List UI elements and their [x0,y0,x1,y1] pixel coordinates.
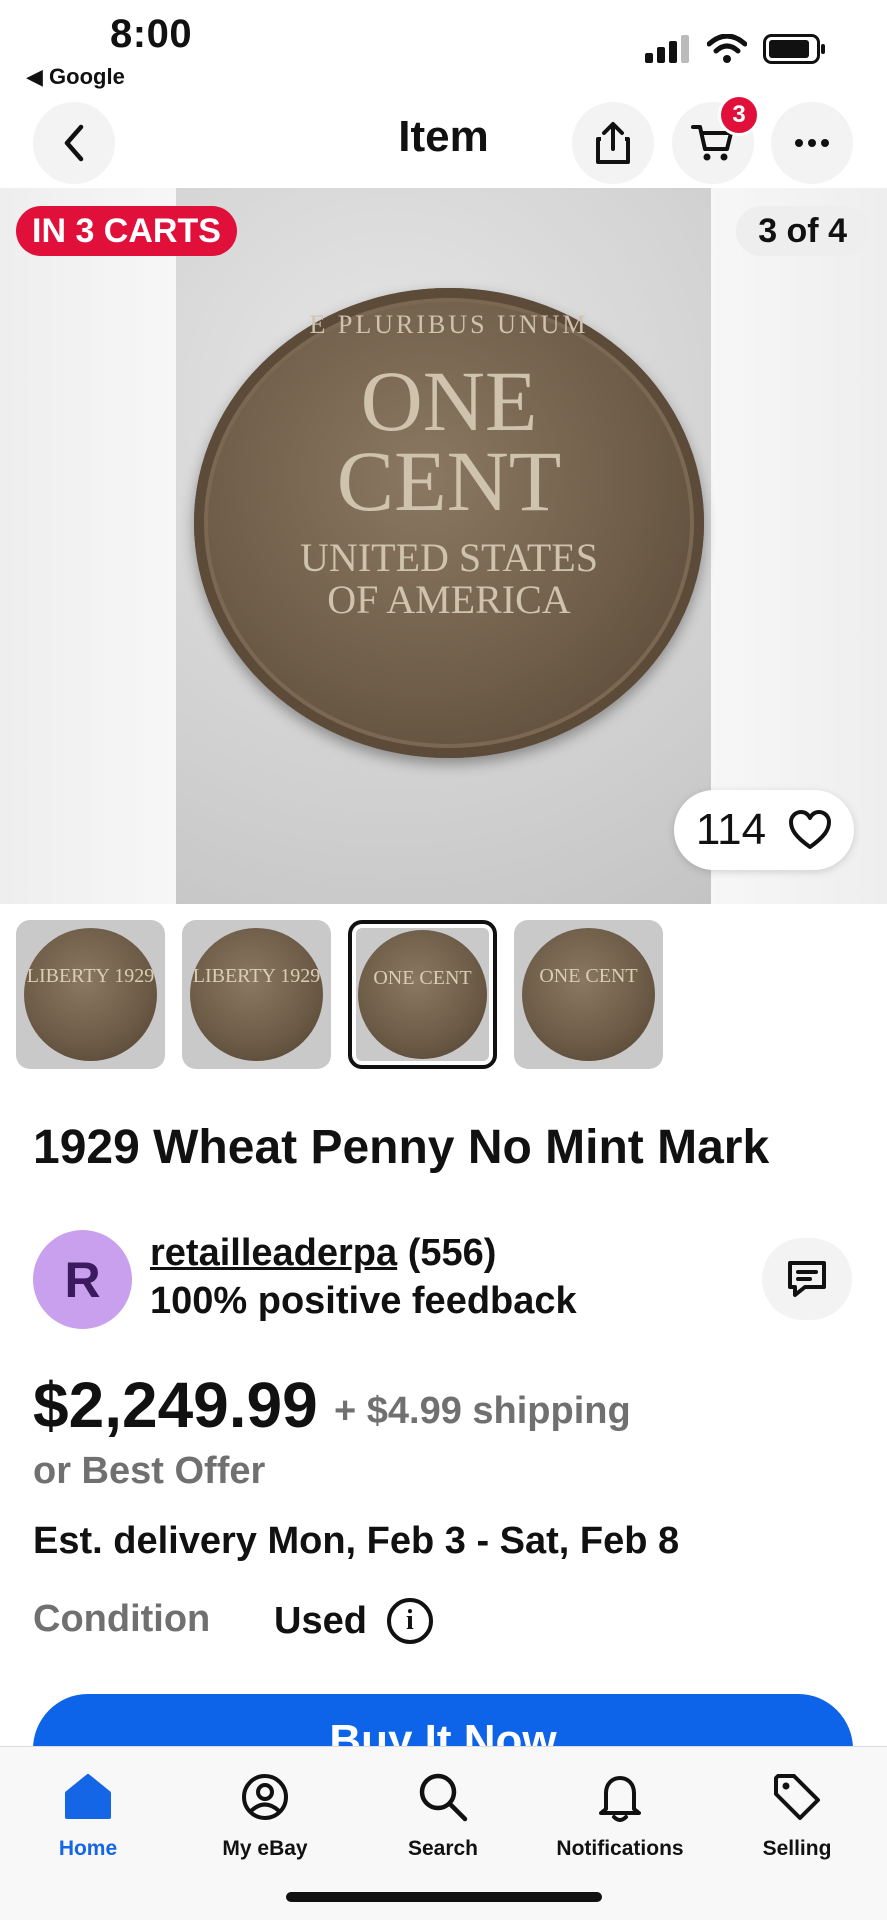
cart-count-badge: 3 [718,94,760,136]
home-indicator [286,1892,602,1902]
wifi-icon [707,34,747,63]
tab-label: Selling [762,1837,832,1860]
tag-icon [774,1774,820,1820]
coin-united-states: UNITED STATES [300,535,598,580]
coin-motto: E PLURIBUS UNUM [309,310,589,339]
share-button[interactable] [572,102,654,184]
thumbnail-coin: ONE CENT [522,928,655,1061]
item-title: 1929 Wheat Penny No Mint Mark [33,1121,770,1174]
tab-search[interactable]: Search [358,1767,528,1861]
shipping-cost: + $4.99 shipping [334,1390,631,1432]
condition-value-row: Used i [274,1598,433,1644]
seller-rating-count: (556) [407,1232,497,1274]
thumbnail-3[interactable]: ONE CENT [348,920,497,1069]
back-to-app-link[interactable]: ◀ Google [26,64,125,90]
home-icon [65,1774,111,1819]
thumbnail-1[interactable]: LIBERTY 1929 [16,920,165,1069]
thumbnail-text: LIBERTY 1929 [26,965,155,987]
tab-my-ebay[interactable]: My eBay [180,1767,350,1861]
item-price: $2,249.99 [33,1369,318,1441]
thumbnail-coin: LIBERTY 1929 [24,928,157,1061]
share-icon [596,122,630,164]
heart-icon [789,810,832,849]
status-icons [645,34,827,64]
condition-value: Used [274,1599,367,1642]
watch-button[interactable]: 114 [674,790,854,870]
best-offer-text: or Best Offer [33,1450,266,1492]
bell-icon [599,1776,641,1822]
message-seller-button[interactable] [762,1238,852,1320]
thumbnail-4[interactable]: ONE CENT [514,920,663,1069]
tab-selling[interactable]: Selling [712,1767,882,1861]
watch-count: 114 [695,805,767,854]
tab-notifications[interactable]: Notifications [535,1767,705,1861]
cart-button[interactable]: 3 [672,94,760,184]
tab-label: Notifications [556,1837,684,1860]
tab-label: Home [58,1837,118,1860]
thumbnail-text: ONE CENT [373,967,472,989]
tab-home[interactable]: Home [3,1767,173,1861]
image-counter: 3 of 4 [736,206,869,256]
seller-name-link[interactable]: retailleaderpa [150,1232,397,1274]
thumbnail-text: ONE CENT [539,965,638,987]
search-icon [419,1773,468,1822]
seller-avatar[interactable]: R [33,1230,132,1329]
more-options-button[interactable] [771,102,853,184]
status-time: 8:00 [110,12,193,56]
in-carts-badge: IN 3 CARTS [16,206,237,256]
message-icon [788,1261,826,1297]
seller-feedback: 100% positive feedback [150,1280,577,1322]
profile-icon [242,1774,288,1820]
tab-label: My eBay [222,1837,308,1860]
thumbnail-2[interactable]: LIBERTY 1929 [182,920,331,1069]
coin-of-america: OF AMERICA [327,577,571,622]
thumbnail-coin: LIBERTY 1929 [190,928,323,1061]
coin-image: E PLURIBUS UNUM ONE CENT UNITED STATES O… [194,288,704,758]
seller-info: retailleaderpa (556) [150,1232,496,1275]
item-photo[interactable]: E PLURIBUS UNUM ONE CENT UNITED STATES O… [176,188,711,904]
tab-label: Search [407,1837,479,1860]
battery-icon [763,34,825,64]
info-icon[interactable]: i [386,1598,433,1644]
condition-label: Condition [33,1598,211,1640]
more-icon [795,139,829,147]
coin-one: ONE [360,353,538,449]
signal-icon [645,35,689,63]
thumbnail-coin: ONE CENT [358,930,487,1059]
thumbnail-text: LIBERTY 1929 [192,965,321,987]
coin-cent: CENT [336,433,562,529]
estimated-delivery: Est. delivery Mon, Feb 3 - Sat, Feb 8 [33,1520,680,1562]
